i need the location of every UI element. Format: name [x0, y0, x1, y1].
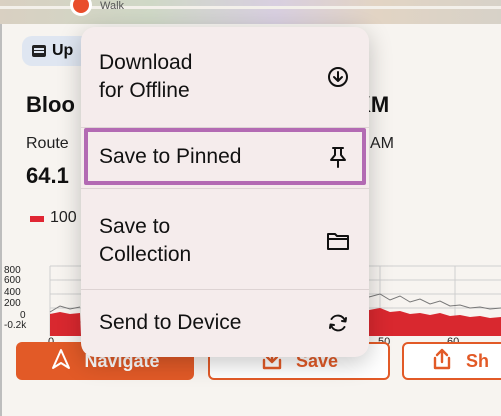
- route-subtitle: Route: [26, 135, 69, 152]
- menu-item-label-line: Download: [99, 51, 193, 74]
- folder-icon: [325, 228, 351, 254]
- elevation-area: [50, 312, 81, 336]
- share-button[interactable]: Sh: [402, 342, 501, 380]
- sheet-edge: [0, 24, 2, 416]
- route-time: AM: [370, 135, 394, 152]
- elevation-area-right: [369, 308, 501, 336]
- menu-separator: [81, 289, 369, 290]
- navigation-arrow-icon: [50, 348, 72, 375]
- menu-item-save-to-collection[interactable]: Save to Collection: [81, 195, 369, 287]
- route-stat-value: 64.1: [26, 163, 69, 188]
- calendar-icon: [32, 45, 46, 57]
- route-title: Bloo: [26, 92, 75, 117]
- sync-icon: [325, 310, 351, 336]
- menu-item-download-offline[interactable]: Download for Offline: [81, 41, 369, 113]
- menu-item-label-line: for Offline: [99, 79, 190, 102]
- upload-label: Up: [52, 42, 74, 59]
- menu-item-label-line: Save to: [99, 215, 171, 238]
- menu-item-label-line: Collection: [99, 243, 192, 266]
- share-icon: [430, 347, 454, 376]
- menu-item-send-to-device[interactable]: Send to Device: [81, 295, 369, 351]
- selection-highlight: [84, 128, 366, 185]
- menu-item-label: Send to Device: [99, 311, 242, 334]
- context-menu: Download for Offline Save to Pinned Save…: [81, 27, 369, 357]
- elevation-legend-swatch: [30, 216, 44, 222]
- menu-item-label: Download for Offline: [99, 49, 325, 105]
- map-pin-icon: [70, 0, 92, 16]
- menu-separator: [81, 188, 369, 189]
- y-tick: 600: [4, 275, 21, 286]
- download-circle-icon: [325, 64, 351, 90]
- elevation-line-left: [49, 305, 81, 313]
- map-label: Walk: [100, 0, 125, 12]
- y-tick: 400: [4, 287, 21, 298]
- map-preview[interactable]: Walk: [0, 0, 501, 24]
- y-tick: -0.2k: [4, 320, 27, 331]
- menu-item-label: Save to Collection: [99, 213, 325, 269]
- elevation-line-right: [368, 293, 501, 310]
- share-label: Sh: [466, 350, 490, 371]
- elevation-legend-label: 100: [50, 209, 77, 226]
- y-tick: 200: [4, 298, 21, 309]
